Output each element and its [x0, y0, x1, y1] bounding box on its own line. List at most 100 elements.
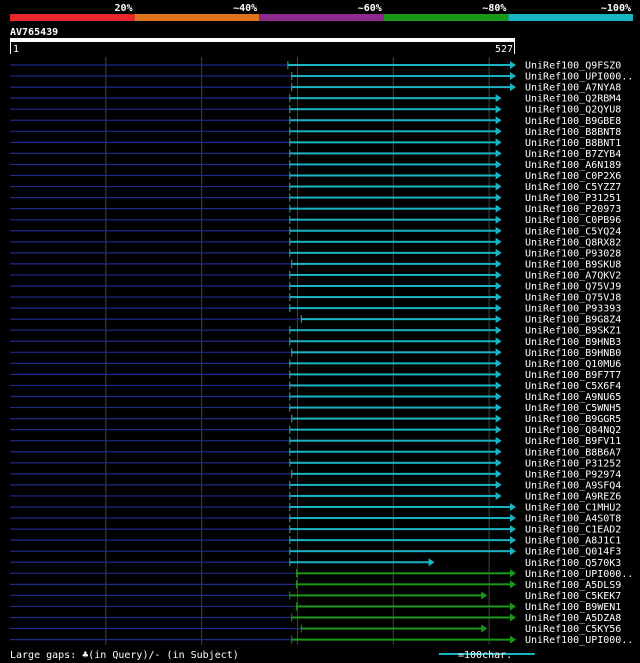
hit-row[interactable]: UniRef100_C1MHU2	[10, 503, 621, 514]
hit-label[interactable]: UniRef100_A9REZ6	[525, 491, 621, 502]
hit-label[interactable]: UniRef100_B9FV11	[525, 436, 621, 447]
hit-row[interactable]: UniRef100_A8J1C1	[10, 536, 621, 547]
hit-label[interactable]: UniRef100_Q014F3	[525, 547, 621, 558]
hit-row[interactable]: UniRef100_P93028	[10, 248, 621, 259]
hit-label[interactable]: UniRef100_UPI000..	[525, 72, 633, 83]
hit-row[interactable]: UniRef100_Q2RBM4	[10, 94, 621, 105]
hit-row[interactable]: UniRef100_C0PB96	[10, 215, 621, 226]
hit-row[interactable]: UniRef100_UPI000..	[10, 569, 633, 580]
hit-label[interactable]: UniRef100_P20973	[525, 204, 621, 215]
hit-row[interactable]: UniRef100_B8BNT8	[10, 127, 621, 138]
hit-row[interactable]: UniRef100_Q014F3	[10, 547, 621, 558]
hit-row[interactable]: UniRef100_A9REZ6	[10, 491, 621, 502]
hit-row[interactable]: UniRef100_B9SKZ1	[10, 326, 621, 337]
hit-label[interactable]: UniRef100_B9G8Z4	[525, 315, 621, 326]
hit-row[interactable]: UniRef100_A9NU65	[10, 392, 621, 403]
hit-label[interactable]: UniRef100_Q75VJ8	[525, 293, 621, 304]
hit-row[interactable]: UniRef100_UPI000..	[10, 72, 633, 83]
hit-row[interactable]: UniRef100_B9WEN1	[10, 602, 621, 613]
hit-row[interactable]: UniRef100_B9GGR5	[10, 414, 621, 425]
hit-row[interactable]: UniRef100_Q10MU6	[10, 359, 621, 370]
hit-label[interactable]: UniRef100_P92974	[525, 469, 621, 480]
hit-row[interactable]: UniRef100_C5X6F4	[10, 381, 621, 392]
hit-row[interactable]: UniRef100_UPI000..	[10, 635, 633, 646]
hit-label[interactable]: UniRef100_C5KEK7	[525, 591, 621, 602]
hit-label[interactable]: UniRef100_B9SKZ1	[525, 326, 621, 337]
hit-label[interactable]: UniRef100_A7NYA8	[525, 83, 621, 94]
hit-row[interactable]: UniRef100_B9GBE8	[10, 116, 621, 127]
hit-label[interactable]: UniRef100_B8BNT8	[525, 127, 621, 138]
hit-label[interactable]: UniRef100_Q2QYU8	[525, 105, 621, 116]
hit-row[interactable]: UniRef100_C5KY56	[10, 624, 621, 635]
hit-label[interactable]: UniRef100_B9GGR5	[525, 414, 621, 425]
hit-row[interactable]: UniRef100_A9SFQ4	[10, 480, 621, 491]
hit-row[interactable]: UniRef100_A4S0T8	[10, 514, 621, 525]
hit-row[interactable]: UniRef100_B8B6A7	[10, 447, 621, 458]
hit-label[interactable]: UniRef100_C1EAD2	[525, 525, 621, 536]
hit-label[interactable]: UniRef100_Q75VJ9	[525, 282, 621, 293]
hit-row[interactable]: UniRef100_Q8RX82	[10, 237, 621, 248]
hit-row[interactable]: UniRef100_A6N189	[10, 160, 621, 171]
hit-label[interactable]: UniRef100_C0P2X6	[525, 171, 621, 182]
hit-label[interactable]: UniRef100_UPI000..	[525, 635, 633, 646]
hit-label[interactable]: UniRef100_Q2RBM4	[525, 94, 621, 105]
hit-row[interactable]: UniRef100_B8BNT1	[10, 138, 621, 149]
hit-row[interactable]: UniRef100_B9F7T7	[10, 370, 621, 381]
hit-row[interactable]: UniRef100_B9G8Z4	[10, 315, 621, 326]
hit-label[interactable]: UniRef100_A9SFQ4	[525, 480, 621, 491]
hit-label[interactable]: UniRef100_P93393	[525, 304, 621, 315]
hit-label[interactable]: UniRef100_B9WEN1	[525, 602, 621, 613]
hit-row[interactable]: UniRef100_P93393	[10, 304, 621, 315]
hit-row[interactable]: UniRef100_C5YQ24	[10, 226, 621, 237]
hit-label[interactable]: UniRef100_Q84NQ2	[525, 425, 621, 436]
hit-row[interactable]: UniRef100_Q2QYU8	[10, 105, 621, 116]
hit-label[interactable]: UniRef100_A8J1C1	[525, 536, 621, 547]
hit-row[interactable]: UniRef100_Q84NQ2	[10, 425, 621, 436]
hit-label[interactable]: UniRef100_A9NU65	[525, 392, 621, 403]
hit-label[interactable]: UniRef100_C0PB96	[525, 215, 621, 226]
hit-label[interactable]: UniRef100_Q10MU6	[525, 359, 621, 370]
hit-label[interactable]: UniRef100_C5WNH5	[525, 403, 621, 414]
hit-row[interactable]: UniRef100_Q570K3	[10, 558, 621, 569]
hit-row[interactable]: UniRef100_C0P2X6	[10, 171, 621, 182]
hit-row[interactable]: UniRef100_P31251	[10, 193, 621, 204]
hit-label[interactable]: UniRef100_B9HNB3	[525, 337, 621, 348]
hit-label[interactable]: UniRef100_P31251	[525, 193, 621, 204]
hit-row[interactable]: UniRef100_P20973	[10, 204, 621, 215]
hit-label[interactable]: UniRef100_A6N189	[525, 160, 621, 171]
hit-label[interactable]: UniRef100_A7QKV2	[525, 270, 621, 281]
hit-row[interactable]: UniRef100_Q9FSZ0	[10, 61, 621, 72]
hit-row[interactable]: UniRef100_A7QKV2	[10, 270, 621, 281]
hit-label[interactable]: UniRef100_B9HNB0	[525, 348, 621, 359]
hit-row[interactable]: UniRef100_C1EAD2	[10, 525, 621, 536]
hit-label[interactable]: UniRef100_B8B6A7	[525, 447, 621, 458]
hit-label[interactable]: UniRef100_Q570K3	[525, 558, 621, 569]
hit-row[interactable]: UniRef100_P92974	[10, 469, 621, 480]
hit-label[interactable]: UniRef100_C5KY56	[525, 624, 621, 635]
hit-label[interactable]: UniRef100_Q8RX82	[525, 237, 621, 248]
hit-label[interactable]: UniRef100_C1MHU2	[525, 503, 621, 514]
hit-label[interactable]: UniRef100_A4S0T8	[525, 514, 621, 525]
hit-row[interactable]: UniRef100_B9FV11	[10, 436, 621, 447]
hit-label[interactable]: UniRef100_C5YQ24	[525, 226, 621, 237]
hit-label[interactable]: UniRef100_B9F7T7	[525, 370, 621, 381]
hit-row[interactable]: UniRef100_A5DLS9	[10, 580, 621, 591]
hit-row[interactable]: UniRef100_A7NYA8	[10, 83, 621, 94]
hit-row[interactable]: UniRef100_Q75VJ9	[10, 282, 621, 293]
hit-label[interactable]: UniRef100_P31252	[525, 458, 621, 469]
hit-row[interactable]: UniRef100_B9HNB3	[10, 337, 621, 348]
hit-row[interactable]: UniRef100_C5YZZ7	[10, 182, 621, 193]
hit-row[interactable]: UniRef100_P31252	[10, 458, 621, 469]
hit-label[interactable]: UniRef100_C5X6F4	[525, 381, 621, 392]
hit-label[interactable]: UniRef100_A5DLS9	[525, 580, 621, 591]
hit-row[interactable]: UniRef100_C5KEK7	[10, 591, 621, 602]
hit-label[interactable]: UniRef100_Q9FSZ0	[525, 61, 621, 72]
hit-row[interactable]: UniRef100_B9HNB0	[10, 348, 621, 359]
hit-label[interactable]: UniRef100_C5YZZ7	[525, 182, 621, 193]
hit-row[interactable]: UniRef100_C5WNH5	[10, 403, 621, 414]
hit-row[interactable]: UniRef100_B9SKU8	[10, 259, 621, 270]
hit-label[interactable]: UniRef100_B9GBE8	[525, 116, 621, 127]
hit-label[interactable]: UniRef100_B8BNT1	[525, 138, 621, 149]
hit-label[interactable]: UniRef100_UPI000..	[525, 569, 633, 580]
hit-label[interactable]: UniRef100_A5DZA8	[525, 613, 621, 624]
